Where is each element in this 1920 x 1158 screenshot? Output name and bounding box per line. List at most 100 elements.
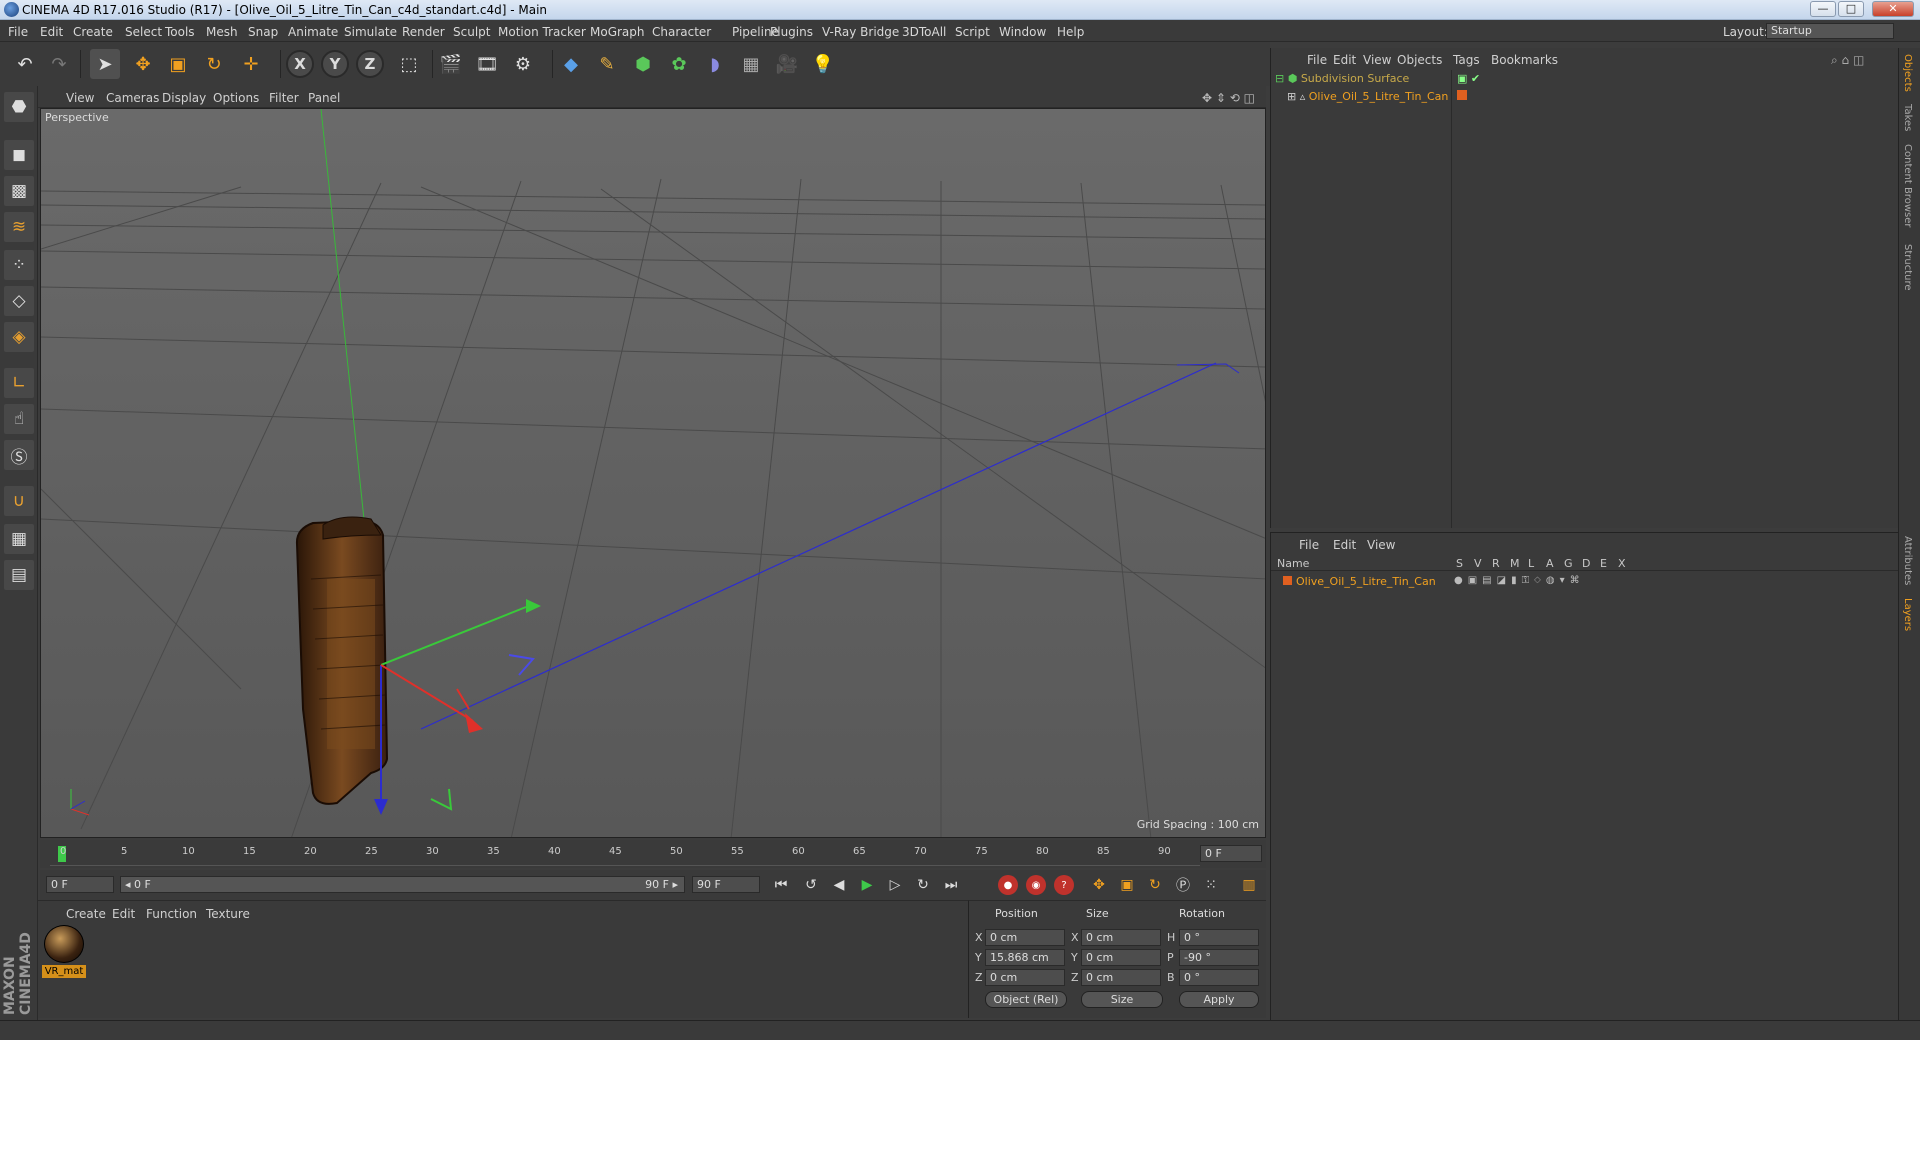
render-settings-icon[interactable]: ⚙ (508, 49, 538, 79)
planar-workplane-icon[interactable]: ▤ (4, 560, 34, 590)
timeline-ruler[interactable]: 0 5 10 15 20 25 30 35 40 45 50 55 60 65 … (50, 842, 1200, 866)
objects-menu-file[interactable]: File (1307, 53, 1327, 67)
menu-vray-bridge[interactable]: V-Ray Bridge (822, 25, 899, 39)
layer-row[interactable]: Olive_Oil_5_Litre_Tin_Can (1283, 573, 1436, 591)
material-menu-edit[interactable]: Edit (112, 907, 135, 921)
rotation-p-field[interactable]: -90 ° (1179, 949, 1259, 966)
size-z-field[interactable]: 0 cm (1081, 969, 1161, 986)
key-rotation-icon[interactable]: ↻ (1144, 874, 1166, 896)
light-icon[interactable]: 💡 (808, 49, 838, 79)
viewport-menu-cameras[interactable]: Cameras (106, 91, 159, 105)
position-x-field[interactable]: 0 cm (985, 929, 1065, 946)
previous-key-icon[interactable]: ↺ (800, 874, 822, 896)
timeline-window-icon[interactable]: ▥ (1238, 874, 1260, 896)
viewport-menu-display[interactable]: Display (162, 91, 206, 105)
tab-attributes[interactable]: Attributes (1902, 536, 1913, 585)
viewport-menu-filter[interactable]: Filter (269, 91, 299, 105)
timeline[interactable]: 0 5 10 15 20 25 30 35 40 45 50 55 60 65 … (40, 840, 1266, 868)
coordinate-mode-dropdown[interactable]: Object (Rel) (985, 991, 1067, 1008)
layer-color-swatch[interactable] (1283, 576, 1292, 585)
texture-mode-icon[interactable]: ▩ (4, 176, 34, 206)
undo-icon[interactable]: ↶ (10, 49, 40, 79)
close-button[interactable]: ✕ (1872, 1, 1914, 17)
layers-menu-edit[interactable]: Edit (1333, 538, 1356, 552)
viewport-camera-label[interactable]: Perspective (45, 111, 109, 124)
rotate-icon[interactable]: ↻ (199, 49, 229, 79)
layer-col-s[interactable]: S (1456, 557, 1463, 570)
redo-icon[interactable]: ↷ (44, 49, 74, 79)
menu-render[interactable]: Render (402, 25, 445, 39)
layer-col-m[interactable]: M (1510, 557, 1520, 570)
key-position-icon[interactable]: ✥ (1088, 874, 1110, 896)
previous-frame-icon[interactable]: ◀ (828, 874, 850, 896)
layer-col-a[interactable]: A (1546, 557, 1554, 570)
key-pla-icon[interactable]: ⁙ (1200, 874, 1222, 896)
size-x-field[interactable]: 0 cm (1081, 929, 1161, 946)
size-y-field[interactable]: 0 cm (1081, 949, 1161, 966)
start-frame-field[interactable]: 0 F (46, 876, 114, 893)
material-name-label[interactable]: VR_mat (42, 965, 86, 978)
deformer-icon[interactable]: ◗ (700, 49, 730, 79)
layers-menu-file[interactable]: File (1299, 538, 1319, 552)
objects-menu-tags[interactable]: Tags (1453, 53, 1480, 67)
scale-icon[interactable]: ▣ (163, 49, 193, 79)
menu-help[interactable]: Help (1057, 25, 1084, 39)
cube-primitive-icon[interactable]: ◆ (556, 49, 586, 79)
layer-col-r[interactable]: R (1492, 557, 1500, 570)
key-scale-icon[interactable]: ▣ (1116, 874, 1138, 896)
object-row-subdivision-surface[interactable]: ⊟ ⬢ Subdivision Surface (1275, 70, 1409, 88)
workplane-mode-icon[interactable]: ≋ (4, 212, 34, 242)
objects-menu-bookmarks[interactable]: Bookmarks (1491, 53, 1558, 67)
menu-edit[interactable]: Edit (40, 25, 63, 39)
rotation-h-field[interactable]: 0 ° (1179, 929, 1259, 946)
tab-takes[interactable]: Takes (1902, 104, 1913, 131)
menu-snap[interactable]: Snap (248, 25, 278, 39)
minimize-button[interactable]: — (1810, 1, 1836, 17)
points-mode-icon[interactable]: ⁘ (4, 250, 34, 280)
layer-color-swatch[interactable] (1457, 90, 1467, 100)
menu-tools[interactable]: Tools (165, 25, 195, 39)
viewport-menu-view[interactable]: View (66, 91, 94, 105)
menu-select[interactable]: Select (125, 25, 162, 39)
next-frame-icon[interactable]: ▷ (884, 874, 906, 896)
menu-file[interactable]: File (8, 25, 28, 39)
material-preview-swatch[interactable] (44, 925, 84, 963)
material-menu-texture[interactable]: Texture (206, 907, 250, 921)
axis-mode-icon[interactable]: ∟ (4, 368, 34, 398)
locked-workplane-icon[interactable]: ▦ (4, 524, 34, 554)
tweak-mode-icon[interactable]: ☝ (4, 404, 34, 434)
polygons-mode-icon[interactable]: ◈ (4, 322, 34, 352)
edges-mode-icon[interactable]: ◇ (4, 286, 34, 316)
select-cursor-icon[interactable]: ➤ (90, 49, 120, 79)
current-frame-field[interactable]: 0 F (1200, 845, 1262, 862)
make-editable-icon[interactable]: ⬣ (4, 92, 34, 122)
menu-sculpt[interactable]: Sculpt (453, 25, 490, 39)
viewport-menu-panel[interactable]: Panel (308, 91, 340, 105)
apply-button[interactable]: Apply (1179, 991, 1259, 1008)
layer-col-e[interactable]: E (1600, 557, 1607, 570)
menu-character[interactable]: Character (652, 25, 711, 39)
next-key-icon[interactable]: ↻ (912, 874, 934, 896)
play-icon[interactable]: ▶ (856, 874, 878, 896)
menu-mesh[interactable]: Mesh (206, 25, 238, 39)
floor-environment-icon[interactable]: ▦ (736, 49, 766, 79)
perspective-viewport[interactable]: Perspective Grid Spacing : 100 cm (40, 108, 1266, 838)
menu-mograph[interactable]: MoGraph (590, 25, 645, 39)
move-icon[interactable]: ✥ (128, 49, 158, 79)
y-axis-lock-button[interactable]: Y (321, 50, 349, 78)
material-menu-function[interactable]: Function (146, 907, 197, 921)
rotation-b-field[interactable]: 0 ° (1179, 969, 1259, 986)
layer-col-l[interactable]: L (1528, 557, 1534, 570)
mograph-cloner-icon[interactable]: ✿ (664, 49, 694, 79)
tab-objects[interactable]: Objects (1902, 54, 1913, 92)
tab-layers[interactable]: Layers (1902, 598, 1913, 631)
end-frame-field[interactable]: 90 F (692, 876, 760, 893)
tab-structure[interactable]: Structure (1902, 244, 1913, 291)
menu-simulate[interactable]: Simulate (344, 25, 397, 39)
position-z-field[interactable]: 0 cm (985, 969, 1065, 986)
keyframe-selection-icon[interactable]: ? (1054, 875, 1074, 895)
pen-spline-icon[interactable]: ✎ (592, 49, 622, 79)
solo-mode-icon[interactable]: Ⓢ (4, 440, 34, 470)
olive-oil-tin-can[interactable] (295, 516, 389, 805)
visibility-check-icon[interactable]: ▣ ✔ (1457, 72, 1480, 85)
